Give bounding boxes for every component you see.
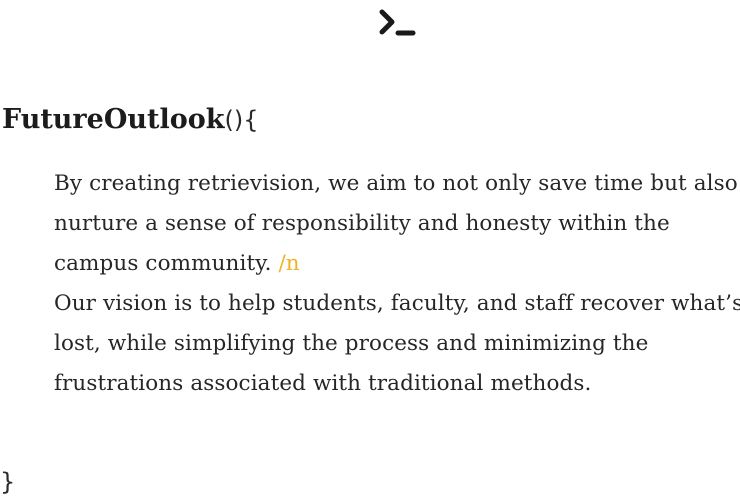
close-brace: }	[0, 468, 16, 496]
open-paren: (	[224, 106, 234, 134]
paragraph-two: Our vision is to help students, faculty,…	[54, 291, 740, 396]
function-body: By creating retrievision, we aim to not …	[54, 164, 740, 404]
paragraph-one: By creating retrievision, we aim to not …	[54, 164, 740, 284]
close-paren: )	[233, 106, 244, 134]
open-brace: {	[243, 106, 259, 134]
paragraph-one-text: By creating retrievision, we aim to not …	[54, 171, 738, 276]
newline-token: /n	[278, 251, 300, 276]
terminal-prompt-icon	[378, 8, 418, 40]
function-signature: FutureOutlook(){	[2, 100, 258, 140]
function-name: FutureOutlook	[2, 104, 225, 135]
